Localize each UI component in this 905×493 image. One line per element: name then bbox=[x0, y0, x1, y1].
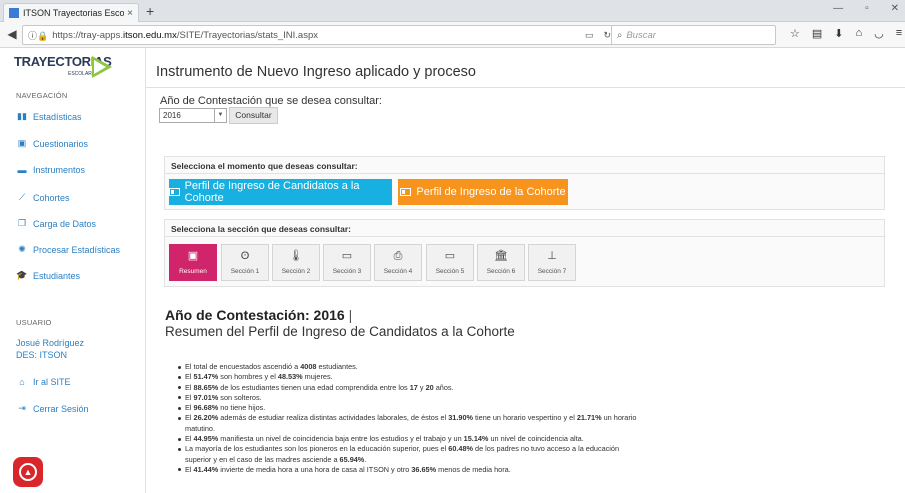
moment-panel-label: Selecciona el momento que deseas consult… bbox=[165, 157, 884, 174]
window-controls: — ▫ ✕ bbox=[833, 3, 899, 14]
user-info[interactable]: Josué Rodríguez DES: ITSON bbox=[16, 337, 84, 361]
list-item: El 26.20% además de estudiar realiza dis… bbox=[178, 413, 645, 434]
list-item: El 96.68% no tiene hijos. bbox=[178, 403, 645, 413]
sidebar: TRAYECTORIAS ESCOLARES NAVEGACIÓN ▮▮ Est… bbox=[0, 48, 146, 493]
copy-icon: ❐ bbox=[17, 218, 27, 228]
section-button-2[interactable]: 🌡 Sección 2 bbox=[272, 244, 320, 281]
chevron-up-icon: ▲ bbox=[19, 463, 37, 481]
section-button-7[interactable]: ⊥ Sección 7 bbox=[528, 244, 576, 281]
user-section-label: USUARIO bbox=[16, 318, 52, 327]
sidebar-item-procesar[interactable]: ✺ Procesar Estadísticas bbox=[16, 244, 120, 255]
institution-icon: 🏛 bbox=[494, 250, 508, 262]
download-icon[interactable]: ⬇ bbox=[834, 27, 843, 40]
section-button-5[interactable]: ▭ Sección 5 bbox=[426, 244, 474, 281]
browser-toolbar-icons: ☆ ▤ ⬇ ⌂ ◡ ≡ bbox=[790, 27, 902, 40]
user-des: DES: ITSON bbox=[16, 350, 68, 360]
result-subheading: Resumen del Perfil de Ingreso de Candida… bbox=[165, 324, 515, 339]
sidebar-item-cuestionarios[interactable]: ▣ Cuestionarios bbox=[16, 138, 88, 149]
list-item: El 97.01% son solteros. bbox=[178, 393, 645, 403]
search-icon: ⌕ bbox=[617, 29, 623, 41]
section-button-1[interactable]: ʘ Sección 1 bbox=[221, 244, 269, 281]
year-select-value: 2016 bbox=[163, 111, 181, 120]
bar-chart-icon: ▮▮ bbox=[17, 111, 27, 121]
page-title: Instrumento de Nuevo Ingreso aplicado y … bbox=[156, 64, 476, 80]
section-panel-label: Selecciona la sección que deseas consult… bbox=[165, 220, 884, 237]
browser-nav-bar: ◀ ⓘ🔒 https://tray-apps.itson.edu.mx/SITE… bbox=[0, 22, 905, 48]
back-arrow-icon[interactable]: ◀ bbox=[4, 26, 20, 42]
candidatos-cohorte-button[interactable]: Perfil de Ingreso de Candidatos a la Coh… bbox=[169, 179, 392, 205]
favicon-icon bbox=[9, 8, 19, 18]
square-icon: ▣ bbox=[17, 138, 27, 148]
maximize-icon[interactable]: ▫ bbox=[865, 3, 869, 14]
laptop-icon: ▭ bbox=[444, 250, 456, 262]
spinner-icon: ✺ bbox=[18, 244, 26, 254]
sidebar-item-estudiantes[interactable]: 🎓 Estudiantes bbox=[16, 270, 80, 281]
reload-icon[interactable]: ↻ bbox=[603, 30, 611, 41]
reader-view-icon[interactable]: ▭ bbox=[585, 30, 594, 41]
sidebar-item-carga-datos[interactable]: ❐ Carga de Datos bbox=[16, 218, 96, 229]
sidebar-item-instrumentos[interactable]: ▬ Instrumentos bbox=[16, 165, 86, 175]
address-bar[interactable]: ⓘ🔒 https://tray-apps.itson.edu.mx/SITE/T… bbox=[22, 25, 617, 45]
home-icon: ⌂ bbox=[19, 377, 25, 387]
minimize-icon[interactable]: — bbox=[833, 3, 843, 14]
section-button-3[interactable]: ▭ Sección 3 bbox=[323, 244, 371, 281]
close-window-icon[interactable]: ✕ bbox=[891, 3, 899, 14]
search-placeholder: Buscar bbox=[626, 29, 656, 41]
thermometer-icon: 🌡 bbox=[289, 250, 303, 262]
lock-icon: ⓘ🔒 bbox=[28, 30, 49, 41]
sidebar-item-ir-site[interactable]: ⌂ Ir al SITE bbox=[16, 377, 70, 387]
sidebar-item-estadisticas[interactable]: ▮▮ Estadísticas bbox=[16, 111, 81, 122]
sitemap-icon: ⊥ bbox=[547, 250, 557, 262]
result-year-heading: Año de Contestación: 2016 | bbox=[165, 307, 353, 323]
tab-title: ITSON Trayectorias Escolares bbox=[23, 8, 125, 18]
sign-out-icon: ⇥ bbox=[18, 403, 26, 413]
printer-icon: ⎙ bbox=[393, 250, 403, 262]
list-icon: ▬ bbox=[17, 165, 27, 175]
graduation-icon: 🎓 bbox=[16, 270, 28, 280]
trayectorias-logo[interactable]: TRAYECTORIAS ESCOLARES bbox=[14, 54, 114, 82]
consultar-button[interactable]: Consultar bbox=[229, 107, 278, 124]
scroll-top-button[interactable]: ▲ bbox=[13, 457, 43, 487]
browser-tab-bar: ITSON Trayectorias Escolares × + — ▫ ✕ bbox=[0, 0, 905, 22]
id-card-icon bbox=[169, 188, 180, 196]
list-item: El 44.95% manifiesta un nivel de coincid… bbox=[178, 434, 645, 444]
browser-tab[interactable]: ITSON Trayectorias Escolares × bbox=[3, 3, 139, 22]
chevron-down-icon: ▼ bbox=[214, 109, 226, 122]
section-button-resumen[interactable]: ▣ Resumen bbox=[169, 244, 217, 281]
list-item: El 51.47% son hombres y el 48.53% mujere… bbox=[178, 372, 645, 382]
section-button-6[interactable]: 🏛 Sección 6 bbox=[477, 244, 525, 281]
list-item: El 41.44% invierte de media hora a una h… bbox=[178, 465, 645, 475]
section-button-4[interactable]: ⎙ Sección 4 bbox=[374, 244, 422, 281]
bookmark-star-icon[interactable]: ☆ bbox=[790, 27, 800, 40]
pocket-icon[interactable]: ◡ bbox=[874, 27, 884, 40]
menu-icon[interactable]: ≡ bbox=[896, 27, 902, 40]
id-card-icon bbox=[400, 188, 412, 196]
card-icon: ▣ bbox=[187, 250, 199, 262]
year-question-label: Año de Contestación que se desea consult… bbox=[160, 95, 382, 107]
user-name: Josué Rodríguez bbox=[16, 338, 85, 348]
sidebar-item-cohortes[interactable]: ⟋ Cohortes bbox=[16, 192, 70, 203]
year-select[interactable]: 2016 ▼ bbox=[159, 108, 227, 123]
line-chart-icon: ⟋ bbox=[18, 192, 26, 202]
user-icon: ʘ bbox=[240, 250, 250, 262]
sidebar-item-cerrar-sesion[interactable]: ⇥ Cerrar Sesión bbox=[16, 403, 88, 414]
title-divider bbox=[146, 87, 905, 88]
new-tab-button[interactable]: + bbox=[146, 3, 154, 19]
list-item: El 88.65% de los estudiantes tienen una … bbox=[178, 383, 645, 393]
list-item: El total de encuestados ascendió a 4008 … bbox=[178, 362, 645, 372]
list-item: La mayoría de los estudiantes son los pi… bbox=[178, 444, 645, 465]
library-icon[interactable]: ▤ bbox=[812, 27, 822, 40]
summary-list: El total de encuestados ascendió a 4008 … bbox=[178, 362, 645, 475]
browser-search-bar[interactable]: ⌕ Buscar bbox=[611, 25, 776, 45]
url-text: https://tray-apps.itson.edu.mx/SITE/Tray… bbox=[52, 29, 318, 41]
home-browser-icon[interactable]: ⌂ bbox=[856, 27, 863, 40]
money-icon: ▭ bbox=[341, 250, 353, 262]
close-tab-icon[interactable]: × bbox=[127, 8, 133, 19]
ingreso-cohorte-button[interactable]: Perfil de Ingreso de la Cohorte bbox=[398, 179, 568, 205]
nav-section-label: NAVEGACIÓN bbox=[16, 91, 68, 100]
